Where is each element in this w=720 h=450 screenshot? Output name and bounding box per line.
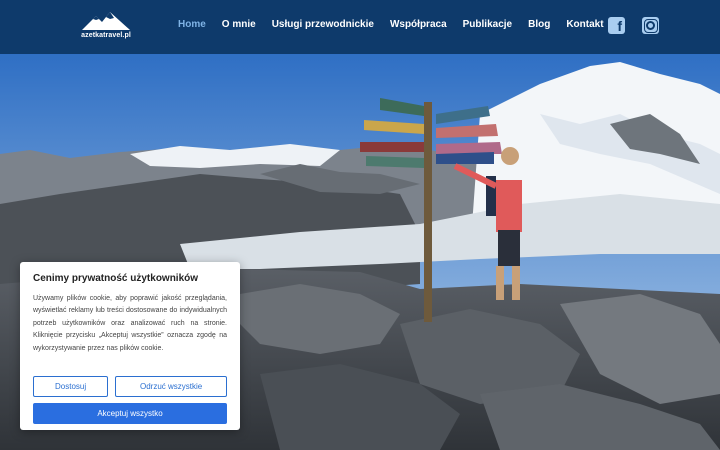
nav-home[interactable]: Home — [178, 19, 206, 30]
facebook-icon[interactable]: f — [608, 17, 625, 34]
cookie-button-row: Dostosuj Odrzuć wszystkie — [33, 376, 227, 397]
accept-all-button[interactable]: Akceptuj wszystko — [33, 403, 227, 424]
nav-uslugi[interactable]: Usługi przewodnickie — [272, 19, 374, 30]
cookie-consent-panel: Cenimy prywatność użytkowników Używamy p… — [20, 262, 240, 430]
nav-o-mnie[interactable]: O mnie — [222, 19, 256, 30]
cookie-title: Cenimy prywatność użytkowników — [33, 273, 199, 284]
nav-blog[interactable]: Blog — [528, 19, 550, 30]
instagram-icon[interactable] — [642, 17, 659, 34]
mountain-logo-icon — [82, 12, 130, 30]
site-logo[interactable]: azetkatravel.pl — [80, 10, 132, 44]
customize-button[interactable]: Dostosuj — [33, 376, 109, 397]
nav-wspolpraca[interactable]: Współpraca — [390, 19, 447, 30]
cookie-description: Używamy plików cookie, aby poprawić jako… — [33, 295, 227, 352]
nav-publikacje[interactable]: Publikacje — [463, 19, 512, 30]
reject-all-button[interactable]: Odrzuć wszystkie — [115, 376, 227, 397]
site-header: azetkatravel.pl Home O mnie Usługi przew… — [0, 0, 720, 54]
logo-text: azetkatravel.pl — [81, 32, 131, 39]
main-nav: Home O mnie Usługi przewodnickie Współpr… — [178, 19, 620, 30]
nav-kontakt[interactable]: Kontakt — [566, 19, 603, 30]
